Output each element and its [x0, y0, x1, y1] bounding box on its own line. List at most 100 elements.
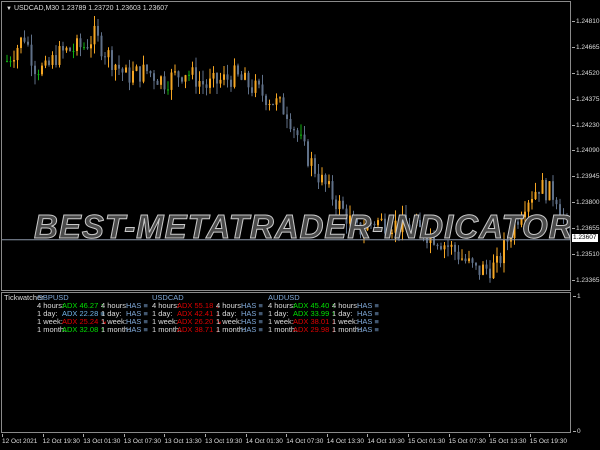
adx-value: ADX 32.08 ↑ — [62, 325, 105, 334]
candle-body — [181, 77, 183, 82]
has-value: HAS ≡ — [241, 325, 263, 334]
candle-body — [34, 65, 36, 75]
candle-body — [72, 50, 75, 52]
time-tick: 12 Oct 2021 — [2, 434, 38, 445]
candle-body — [93, 25, 96, 45]
price-axis[interactable]: 1.24810 1.24665 1.24520 1.24375 1.24230 1.240… — [572, 0, 600, 434]
candle-body — [160, 76, 162, 85]
candle-body — [104, 56, 106, 58]
candle-body — [482, 264, 484, 275]
candle-body — [170, 72, 173, 90]
candle-body — [13, 60, 15, 62]
candle-body — [552, 181, 554, 200]
candle-body — [79, 38, 82, 48]
adx-value: ADX 29.98 ↓ — [293, 325, 336, 334]
price-tick: 1.24375 — [572, 96, 600, 103]
candle-body — [51, 55, 54, 65]
candle-body — [496, 256, 498, 263]
candle-body — [300, 134, 302, 136]
time-axis[interactable]: 12 Oct 2021 12 Oct 19:30 13 Oct 01:30 13 Oc… — [0, 434, 572, 450]
candle-body — [65, 47, 68, 51]
candle-body — [499, 256, 502, 264]
candle-body — [223, 74, 225, 80]
candle-body — [286, 114, 288, 119]
candle-body — [293, 129, 295, 131]
price-tick: 1.24090 — [572, 147, 600, 154]
candle-body — [6, 60, 8, 62]
candle-body — [149, 71, 152, 74]
candle-body — [62, 46, 64, 51]
candle-body — [324, 174, 327, 185]
candle-body — [475, 262, 477, 266]
candle-body — [90, 44, 92, 49]
adx-value: ADX 38.71 ↓ — [177, 325, 220, 334]
candle-body — [121, 68, 124, 73]
candle-body — [27, 41, 29, 45]
candle-body — [328, 181, 330, 185]
candle-body — [202, 81, 204, 85]
candle-body — [86, 47, 89, 49]
candle-body — [118, 64, 120, 69]
candle-body — [58, 46, 61, 65]
candle-body — [205, 84, 208, 88]
candle-body — [55, 55, 57, 65]
candle-body — [16, 47, 19, 61]
candle-body — [107, 50, 110, 58]
time-tick: 13 Oct 13:30 — [164, 434, 202, 445]
candle-body — [538, 191, 540, 194]
candle-body — [76, 38, 78, 51]
current-price-label: 1.23607 — [572, 234, 598, 242]
candle-body — [174, 71, 176, 73]
candle-body — [177, 71, 180, 78]
candle-body — [188, 74, 190, 76]
candle-body — [135, 66, 138, 71]
candle-body — [534, 191, 537, 200]
price-tick: 1.23800 — [572, 199, 600, 206]
price-tick: 1.23510 — [572, 251, 600, 258]
candle-body — [132, 70, 134, 83]
has-value: HAS ≡ — [126, 325, 148, 334]
chart-symbol-info: ▼ USDCAD,M30 1.23789 1.23720 1.23603 1.23… — [6, 5, 168, 12]
candle-body — [268, 103, 271, 106]
candle-body — [97, 25, 99, 36]
indicator-axis-bottom: 0 — [573, 428, 581, 435]
candle-body — [142, 64, 145, 82]
candle-body — [167, 89, 169, 91]
candle-body — [30, 44, 33, 66]
candle-body — [240, 74, 243, 80]
candle-body — [296, 130, 299, 136]
candle-body — [114, 64, 117, 70]
candle-body — [307, 141, 309, 166]
candle-body — [100, 35, 103, 57]
candle-body — [20, 37, 22, 48]
candle-body — [531, 199, 533, 203]
candle-body — [464, 258, 467, 262]
price-tick: 1.24230 — [572, 122, 600, 129]
time-tick: 15 Oct 01:30 — [408, 434, 446, 445]
candle-body — [461, 258, 463, 260]
candle-body — [485, 264, 488, 269]
candle-body — [272, 103, 274, 105]
candle-body — [163, 76, 166, 90]
has-value: HAS ≡ — [357, 325, 379, 334]
candle-body — [548, 181, 551, 201]
candle-body — [310, 158, 313, 166]
candle-body — [289, 118, 292, 130]
collapse-triangle-icon[interactable]: ▼ — [6, 6, 12, 12]
time-tick: 14 Oct 13:30 — [326, 434, 365, 445]
candle-body — [216, 72, 218, 84]
candle-body — [440, 246, 442, 250]
candle-body — [48, 60, 50, 65]
candle-body — [321, 174, 323, 183]
candle-body — [471, 258, 474, 263]
candle-body — [331, 181, 334, 200]
price-chart[interactable]: ▼ USDCAD,M30 1.23789 1.23720 1.23603 1.23… — [1, 1, 571, 291]
candle-body — [41, 65, 43, 75]
candle-body — [279, 97, 281, 99]
tickwatcher-indicator-window[interactable]: Tickwatcher GBPUSD 4 hours: ADX 46.27 ↑ 4 ho… — [1, 292, 571, 433]
candle-body — [545, 179, 547, 201]
candle-body — [251, 87, 253, 93]
candle-body — [23, 37, 26, 42]
time-tick: 12 Oct 19:30 — [42, 434, 80, 445]
price-tick: 1.24665 — [572, 44, 600, 51]
